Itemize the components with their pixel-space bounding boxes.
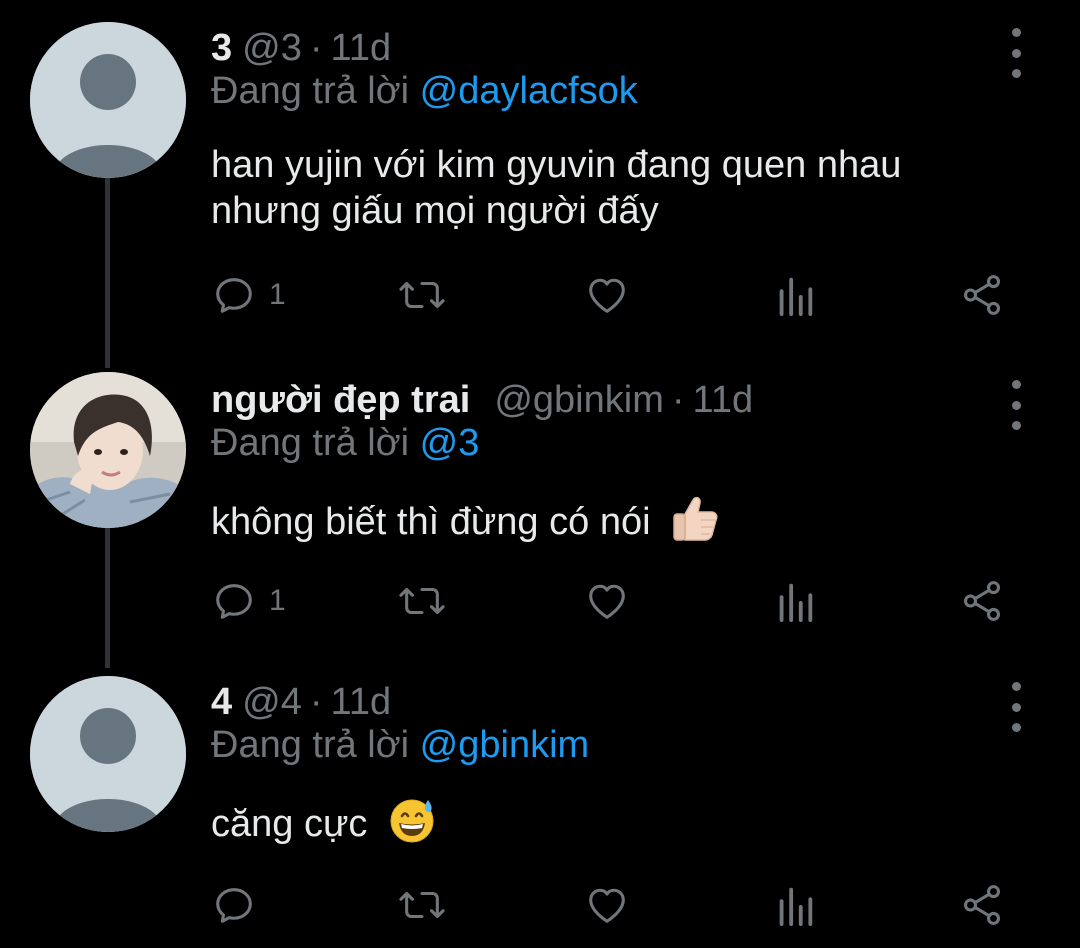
retweet-icon [399,891,445,919]
user-handle[interactable]: @3 [242,27,302,70]
replying-to-label: Đang trả lời [211,422,420,464]
profile-photo [30,372,186,528]
avatar[interactable] [30,372,186,528]
analytics-button[interactable] [775,270,815,320]
reply-icon [216,888,252,923]
share-button[interactable] [959,576,1005,626]
default-avatar-icon [30,22,186,178]
tweet[interactable]: 3 @3 · 11d Đang trả lời @daylacfsok han … [0,18,1080,338]
tweet-text-content: không biết thì đừng có nói [211,501,651,543]
replying-to: Đang trả lời @daylacfsok [211,70,638,113]
more-options-icon[interactable] [1004,682,1028,732]
timestamp[interactable]: 11d [331,27,392,70]
action-bar: 1 [211,270,1011,320]
analytics-icon [779,887,813,927]
action-bar: 1 [211,576,1011,626]
share-icon [963,885,1001,925]
user-handle[interactable]: @gbinkim [494,379,664,422]
share-icon [963,581,1001,621]
reply-icon [216,278,252,313]
reply-icon [216,584,252,619]
tweet-text: không biết thì đừng có nói [211,492,1011,553]
tweet-header: 4 @4 · 11d [211,672,391,732]
like-button[interactable] [583,576,631,626]
reply-button[interactable]: 1 [211,270,286,320]
replying-to: Đang trả lời @3 [211,422,479,465]
tweet-header: 3 @3 · 11d [211,18,391,78]
separator-dot: · [671,378,685,421]
like-button[interactable] [583,270,631,320]
display-name[interactable]: 3 [211,27,232,70]
replying-to: Đang trả lời @gbinkim [211,724,589,767]
default-avatar-icon [30,676,186,832]
retweet-button[interactable] [397,880,447,930]
more-options-icon[interactable] [1004,28,1028,78]
separator-dot: · [309,680,323,723]
action-bar [211,880,1011,930]
tweet-text: căng cực [211,796,1011,855]
analytics-icon [779,277,813,317]
mention-link[interactable]: @daylacfsok [420,70,638,112]
share-button[interactable] [959,880,1005,930]
thumbs-up-icon [671,492,721,553]
retweet-button[interactable] [397,270,447,320]
heart-icon [589,278,625,313]
share-button[interactable] [959,270,1005,320]
retweet-button[interactable] [397,576,447,626]
reply-thread: 3 @3 · 11d Đang trả lời @daylacfsok han … [0,0,1080,948]
analytics-icon [779,583,813,623]
mention-link[interactable]: @gbinkim [420,724,590,766]
analytics-button[interactable] [775,880,815,930]
timestamp[interactable]: 11d [693,379,754,422]
tweet-text: han yujin với kim gyuvin đang quen nhau … [211,144,902,232]
heart-icon [589,584,625,619]
grinning-sweat-icon [388,796,436,855]
tweet[interactable]: 4 @4 · 11d Đang trả lời @gbinkim căng cự… [0,672,1080,948]
display-name[interactable]: 4 [211,681,232,724]
user-handle[interactable]: @4 [242,681,302,724]
reply-button[interactable] [211,880,269,930]
reply-count: 1 [269,584,286,617]
analytics-button[interactable] [775,576,815,626]
replying-to-label: Đang trả lời [211,724,420,766]
tweet-header: người đẹp trai @gbinkim · 11d [211,370,753,430]
avatar[interactable] [30,22,186,178]
tweet-text-content: căng cực [211,803,368,845]
like-button[interactable] [583,880,631,930]
mention-link[interactable]: @3 [420,422,480,464]
avatar[interactable] [30,676,186,832]
separator-dot: · [309,26,323,69]
share-icon [963,275,1001,315]
tweet[interactable]: người đẹp trai @gbinkim · 11d Đang trả l… [0,370,1080,660]
retweet-icon [399,587,445,615]
replying-to-label: Đang trả lời [211,70,420,112]
timestamp[interactable]: 11d [331,681,392,724]
heart-icon [589,888,625,923]
more-options-icon[interactable] [1004,380,1028,430]
retweet-icon [399,281,445,309]
display-name[interactable]: người đẹp trai [211,379,470,422]
reply-button[interactable]: 1 [211,576,286,626]
reply-count: 1 [269,278,286,311]
